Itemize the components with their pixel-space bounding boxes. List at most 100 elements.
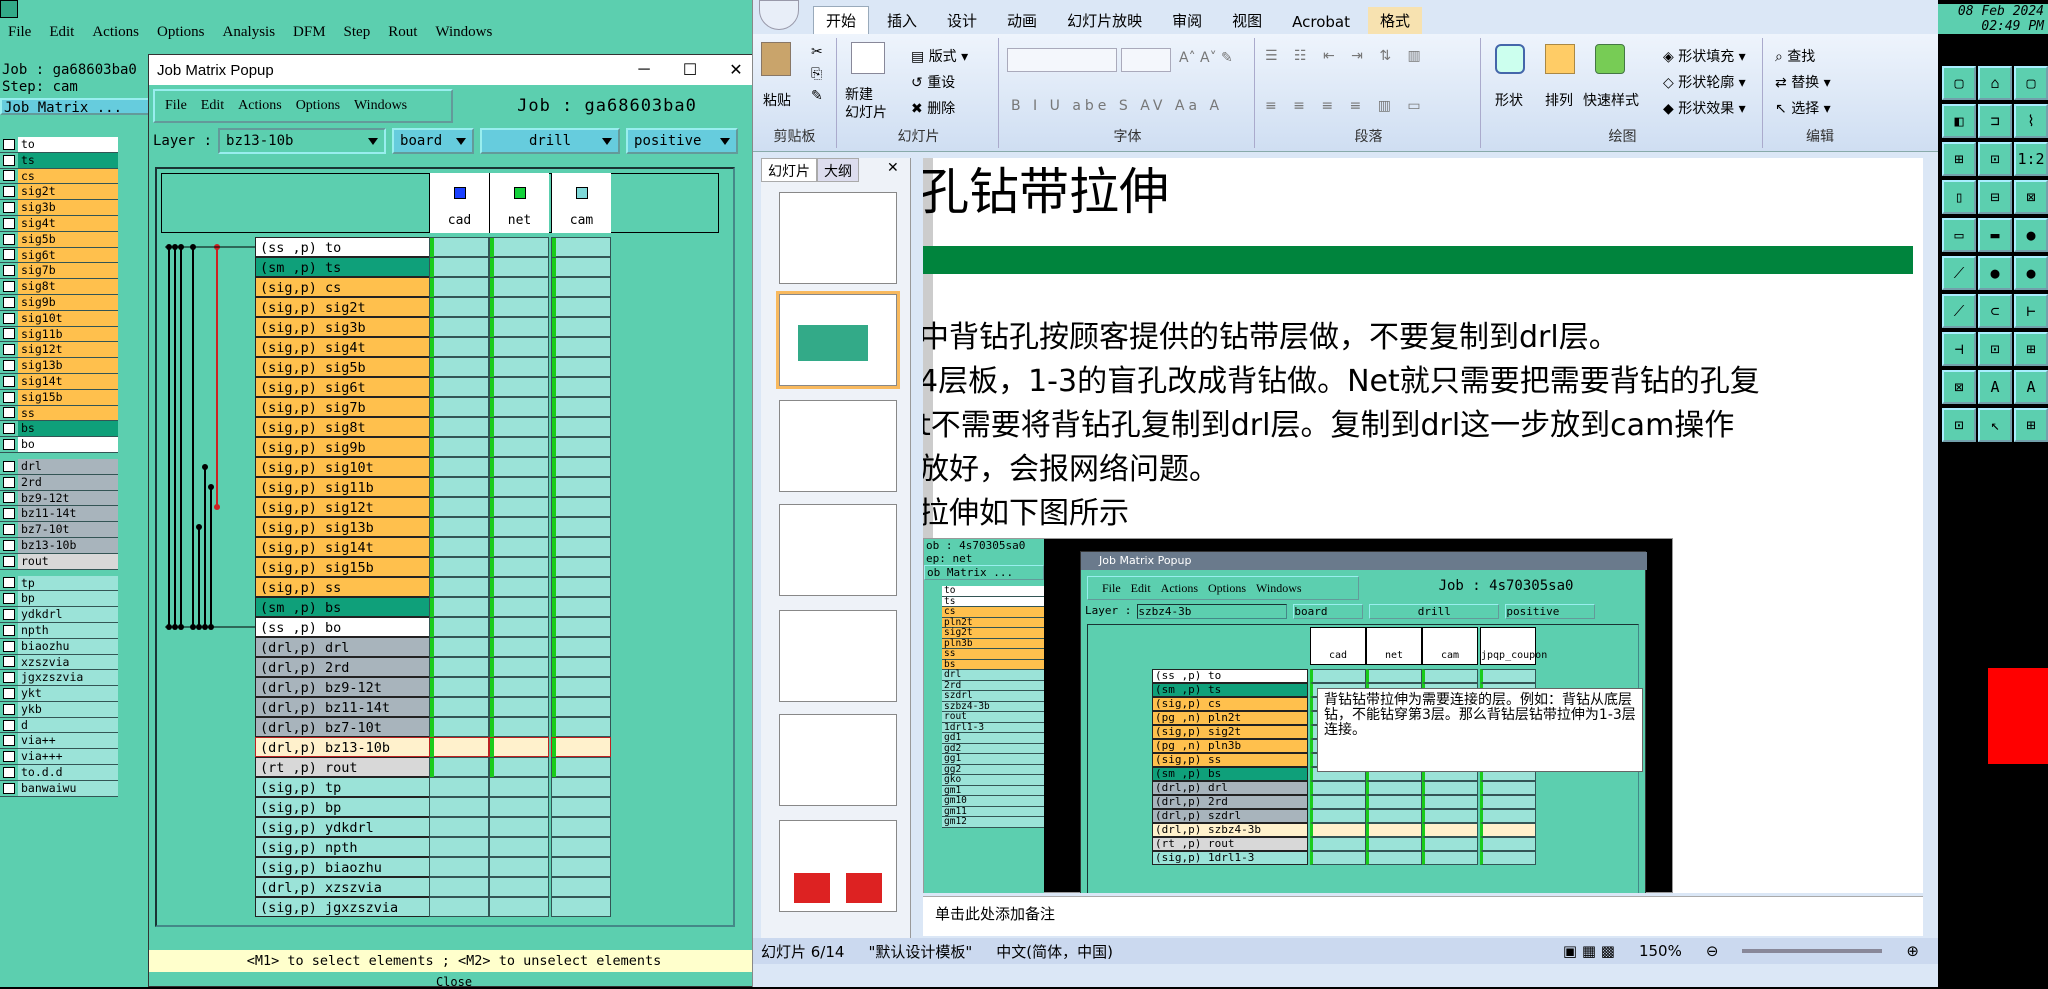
matrix-cell[interactable] [489,877,549,897]
matrix-cell[interactable] [489,577,549,597]
matrix-cell[interactable] [551,317,611,337]
menu-analysis[interactable]: Analysis [221,24,278,41]
matrix-row[interactable]: (drl,p) bz13-10b [255,737,435,757]
shape-icon[interactable] [1495,44,1525,74]
format-painter-icon[interactable]: ✎ [811,88,823,104]
matrix-cell[interactable] [429,357,489,377]
ribbon-tab[interactable]: 格式 [1367,7,1422,34]
matrix-cell[interactable] [489,517,549,537]
matrix-cell[interactable] [489,817,549,837]
tool-button-icon[interactable]: ● [1978,256,2012,290]
matrix-cell[interactable] [489,497,549,517]
layer-checkbox[interactable] [3,154,15,166]
left-layer-item[interactable]: to.d.d [0,765,118,781]
tool-button-icon[interactable]: ⌇ [2014,104,2048,138]
layer-checkbox[interactable] [3,296,15,308]
matrix-cell[interactable] [551,377,611,397]
ribbon-tab[interactable]: Acrobat [1280,10,1362,34]
menu-step[interactable]: Step [342,24,373,41]
layer-checkbox[interactable] [3,375,15,387]
matrix-row[interactable]: (sig,p) sig12t [255,497,435,517]
left-layer-item[interactable]: npth [0,622,118,639]
new-slide-icon[interactable] [851,42,885,74]
ribbon-tab[interactable]: 插入 [875,7,929,34]
matrix-cell[interactable] [429,737,489,757]
matrix-row[interactable]: (sig,p) sig5b [255,357,435,377]
layer-checkbox[interactable] [3,217,15,229]
menu-dfm[interactable]: DFM [291,24,328,41]
matrix-cell[interactable] [551,617,611,637]
layer-checkbox[interactable] [3,186,15,198]
align-icons[interactable]: ≡ ≡ ≡ ≡ ▥ ▭ [1265,98,1427,114]
matrix-cell[interactable] [429,857,489,877]
matrix-cell[interactable] [551,657,611,677]
left-layer-item[interactable]: bp [0,591,118,608]
matrix-cell[interactable] [489,257,549,277]
layer-checkbox[interactable] [3,672,15,684]
tool-button-icon[interactable]: ⊟ [1978,180,2012,214]
tool-button-icon[interactable]: ⊠ [2014,180,2048,214]
left-layer-item[interactable]: sig5b [0,231,118,248]
layer-checkbox[interactable] [3,577,15,589]
matrix-cell[interactable] [489,417,549,437]
left-layer-item[interactable]: biaozhu [0,638,118,655]
tool-button-icon[interactable]: ⊡ [1942,408,1976,442]
matrix-row[interactable]: (sig,p) sig14t [255,537,435,557]
panel-close-icon[interactable]: ✕ [881,158,905,182]
matrix-cell[interactable] [429,797,489,817]
tab-slides[interactable]: 幻灯片 [761,158,817,182]
tool-button-icon[interactable]: ⊡ [1978,332,2012,366]
matrix-cell[interactable] [551,857,611,877]
ribbon-tab[interactable]: 开始 [813,6,870,34]
tool-button-icon[interactable]: ⊡ [1978,142,2012,176]
matrix-cell[interactable] [429,277,489,297]
matrix-row[interactable]: (drl,p) bz11-14t [255,697,435,717]
matrix-row[interactable]: (sig,p) npth [255,837,435,857]
layer-checkbox[interactable] [3,233,15,245]
matrix-cell[interactable] [489,697,549,717]
matrix-cell[interactable] [489,837,549,857]
layer-checkbox[interactable] [3,593,15,605]
matrix-row[interactable]: (drl,p) bz7-10t [255,717,435,737]
tool-button-icon[interactable]: ● [2014,256,2048,290]
layer-checkbox[interactable] [3,439,15,451]
layer-checkbox[interactable] [3,391,15,403]
matrix-cell[interactable] [551,357,611,377]
slide-thumb-1[interactable] [779,192,897,284]
matrix-cell[interactable] [551,297,611,317]
ribbon-tab[interactable]: 审阅 [1160,7,1214,34]
shape-button[interactable]: 形状 [1495,90,1523,110]
matrix-cell[interactable] [429,257,489,277]
layer-checkbox[interactable] [3,719,15,731]
matrix-cell[interactable] [489,677,549,697]
left-layer-item[interactable]: via+++ [0,749,118,766]
layer-checkbox[interactable] [3,766,15,778]
matrix-row[interactable]: (sig,p) sig4t [255,337,435,357]
tool-button-icon[interactable]: A [1978,370,2012,404]
layer-checkbox[interactable] [3,344,15,356]
matrix-cell[interactable] [489,237,549,257]
popup-menu-options[interactable]: Options [296,98,340,114]
tool-button-icon[interactable]: ▢ [1942,66,1976,100]
zoom-slider[interactable] [1742,949,1883,953]
matrix-cell[interactable] [489,437,549,457]
matrix-cell[interactable] [489,477,549,497]
matrix-cell[interactable] [551,637,611,657]
matrix-cell[interactable] [551,337,611,357]
tool-button-icon[interactable]: ⊞ [2014,332,2048,366]
matrix-row[interactable]: (sig,p) sig7b [255,397,435,417]
matrix-cell[interactable] [489,457,549,477]
matrix-cell[interactable] [489,557,549,577]
maximize-icon[interactable]: ☐ [667,60,713,80]
quick-style-button[interactable]: 快速样式 [1583,90,1639,110]
layer-checkbox[interactable] [3,751,15,763]
matrix-cell[interactable] [429,817,489,837]
matrix-cell[interactable] [551,677,611,697]
layer-checkbox[interactable] [3,656,15,668]
matrix-row[interactable]: (drl,p) drl [255,637,435,657]
popup-menu-windows[interactable]: Windows [354,98,407,114]
view-icons[interactable]: ▣ ▦ ▩ [1563,942,1615,960]
matrix-cell[interactable] [429,517,489,537]
matrix-row[interactable]: (sig,p) cs [255,277,435,297]
layer-checkbox[interactable] [3,423,15,435]
